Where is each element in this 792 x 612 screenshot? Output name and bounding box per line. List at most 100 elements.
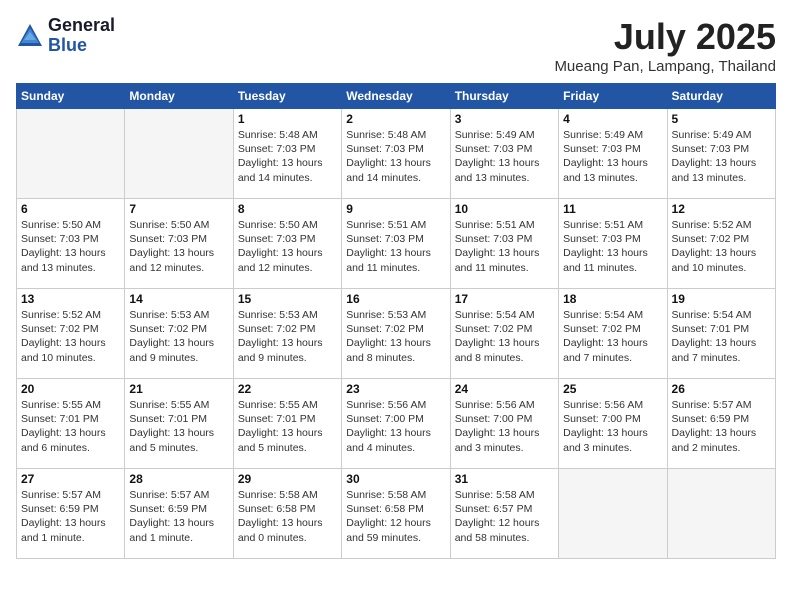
day-number: 10 — [455, 202, 554, 216]
location: Mueang Pan, Lampang, Thailand — [554, 58, 776, 75]
cell-info: Sunrise: 5:56 AMSunset: 7:00 PMDaylight:… — [455, 398, 554, 455]
day-number: 22 — [238, 382, 337, 396]
cell-info: Sunrise: 5:58 AMSunset: 6:58 PMDaylight:… — [346, 488, 445, 545]
week-row-4: 20 Sunrise: 5:55 AMSunset: 7:01 PMDayligh… — [17, 379, 776, 469]
calendar-cell: 30 Sunrise: 5:58 AMSunset: 6:58 PMDayligh… — [342, 469, 450, 559]
week-row-2: 6Sunrise: 5:50 AMSunset: 7:03 PMDaylight… — [17, 199, 776, 289]
cell-info: Sunrise: 5:58 AMSunset: 6:58 PMDaylight:… — [238, 488, 337, 545]
calendar-cell: 24 Sunrise: 5:56 AMSunset: 7:00 PMDayligh… — [450, 379, 558, 469]
day-number: 27 — [21, 472, 120, 486]
logo-icon — [16, 22, 44, 50]
day-number: 31 — [455, 472, 554, 486]
cell-info: Sunrise: 5:49 AMSunset: 7:03 PMDaylight:… — [455, 128, 554, 185]
calendar-cell: 22 Sunrise: 5:55 AMSunset: 7:01 PMDayligh… — [233, 379, 341, 469]
cell-info: Sunrise: 5:51 AMSunset: 7:03 PMDaylight:… — [455, 218, 554, 275]
day-number: 5 — [672, 112, 771, 126]
calendar-cell — [559, 469, 667, 559]
cell-info: Sunrise: 5:56 AMSunset: 7:00 PMDaylight:… — [346, 398, 445, 455]
title-area: July 2025 Mueang Pan, Lampang, Thailand — [554, 16, 776, 75]
calendar-cell: 14 Sunrise: 5:53 AMSunset: 7:02 PMDayligh… — [125, 289, 233, 379]
calendar-cell: 16Sunrise: 5:53 AMSunset: 7:02 PMDayligh… — [342, 289, 450, 379]
calendar-cell: 3 Sunrise: 5:49 AMSunset: 7:03 PMDaylight… — [450, 109, 558, 199]
calendar-cell: 7Sunrise: 5:50 AMSunset: 7:03 PMDaylight… — [125, 199, 233, 289]
calendar-cell: 10 Sunrise: 5:51 AMSunset: 7:03 PMDayligh… — [450, 199, 558, 289]
day-number: 1 — [238, 112, 337, 126]
calendar-cell: 1 Sunrise: 5:48 AMSunset: 7:03 PMDaylight… — [233, 109, 341, 199]
day-number: 25 — [563, 382, 662, 396]
cell-info: Sunrise: 5:50 AMSunset: 7:03 PMDaylight:… — [21, 218, 120, 275]
day-number: 23 — [346, 382, 445, 396]
calendar-cell: 12 Sunrise: 5:52 AMSunset: 7:02 PMDayligh… — [667, 199, 775, 289]
logo-blue: Blue — [48, 36, 115, 56]
cell-info: Sunrise: 5:57 AMSunset: 6:59 PMDaylight:… — [672, 398, 771, 455]
cell-info: Sunrise: 5:54 AMSunset: 7:01 PMDaylight:… — [672, 308, 771, 365]
cell-info: Sunrise: 5:51 AMSunset: 7:03 PMDaylight:… — [563, 218, 662, 275]
day-number: 20 — [21, 382, 120, 396]
day-number: 30 — [346, 472, 445, 486]
calendar-header-wednesday: Wednesday — [342, 84, 450, 109]
day-number: 24 — [455, 382, 554, 396]
day-number: 11 — [563, 202, 662, 216]
day-number: 18 — [563, 292, 662, 306]
cell-info: Sunrise: 5:57 AMSunset: 6:59 PMDaylight:… — [129, 488, 228, 545]
week-row-3: 13Sunrise: 5:52 AMSunset: 7:02 PMDayligh… — [17, 289, 776, 379]
cell-info: Sunrise: 5:50 AMSunset: 7:03 PMDaylight:… — [238, 218, 337, 275]
calendar-cell: 29Sunrise: 5:58 AMSunset: 6:58 PMDayligh… — [233, 469, 341, 559]
calendar-header-saturday: Saturday — [667, 84, 775, 109]
day-number: 8 — [238, 202, 337, 216]
calendar-cell: 23 Sunrise: 5:56 AMSunset: 7:00 PMDayligh… — [342, 379, 450, 469]
cell-info: Sunrise: 5:53 AMSunset: 7:02 PMDaylight:… — [346, 308, 445, 365]
day-number: 3 — [455, 112, 554, 126]
calendar-cell — [17, 109, 125, 199]
logo-text: General Blue — [48, 16, 115, 56]
calendar-cell: 5 Sunrise: 5:49 AMSunset: 7:03 PMDaylight… — [667, 109, 775, 199]
cell-info: Sunrise: 5:54 AMSunset: 7:02 PMDaylight:… — [563, 308, 662, 365]
day-number: 19 — [672, 292, 771, 306]
calendar-header-monday: Monday — [125, 84, 233, 109]
cell-info: Sunrise: 5:53 AMSunset: 7:02 PMDaylight:… — [129, 308, 228, 365]
calendar-cell: 9Sunrise: 5:51 AMSunset: 7:03 PMDaylight… — [342, 199, 450, 289]
day-number: 2 — [346, 112, 445, 126]
week-row-5: 27 Sunrise: 5:57 AMSunset: 6:59 PMDayligh… — [17, 469, 776, 559]
cell-info: Sunrise: 5:54 AMSunset: 7:02 PMDaylight:… — [455, 308, 554, 365]
cell-info: Sunrise: 5:52 AMSunset: 7:02 PMDaylight:… — [672, 218, 771, 275]
cell-info: Sunrise: 5:49 AMSunset: 7:03 PMDaylight:… — [563, 128, 662, 185]
cell-info: Sunrise: 5:53 AMSunset: 7:02 PMDaylight:… — [238, 308, 337, 365]
calendar-cell: 31 Sunrise: 5:58 AMSunset: 6:57 PMDayligh… — [450, 469, 558, 559]
calendar-cell: 19 Sunrise: 5:54 AMSunset: 7:01 PMDayligh… — [667, 289, 775, 379]
day-number: 28 — [129, 472, 228, 486]
cell-info: Sunrise: 5:52 AMSunset: 7:02 PMDaylight:… — [21, 308, 120, 365]
calendar-header-row: SundayMondayTuesdayWednesdayThursdayFrid… — [17, 84, 776, 109]
calendar-cell — [667, 469, 775, 559]
logo-general: General — [48, 16, 115, 36]
day-number: 4 — [563, 112, 662, 126]
calendar-cell: 17 Sunrise: 5:54 AMSunset: 7:02 PMDayligh… — [450, 289, 558, 379]
cell-info: Sunrise: 5:58 AMSunset: 6:57 PMDaylight:… — [455, 488, 554, 545]
calendar-cell: 15Sunrise: 5:53 AMSunset: 7:02 PMDayligh… — [233, 289, 341, 379]
calendar-cell: 21 Sunrise: 5:55 AMSunset: 7:01 PMDayligh… — [125, 379, 233, 469]
calendar-cell: 28 Sunrise: 5:57 AMSunset: 6:59 PMDayligh… — [125, 469, 233, 559]
month-year: July 2025 — [554, 16, 776, 58]
day-number: 14 — [129, 292, 228, 306]
calendar-cell: 27 Sunrise: 5:57 AMSunset: 6:59 PMDayligh… — [17, 469, 125, 559]
cell-info: Sunrise: 5:49 AMSunset: 7:03 PMDaylight:… — [672, 128, 771, 185]
day-number: 26 — [672, 382, 771, 396]
calendar-cell: 20Sunrise: 5:55 AMSunset: 7:01 PMDayligh… — [17, 379, 125, 469]
calendar-cell: 2Sunrise: 5:48 AMSunset: 7:03 PMDaylight… — [342, 109, 450, 199]
cell-info: Sunrise: 5:57 AMSunset: 6:59 PMDaylight:… — [21, 488, 120, 545]
day-number: 21 — [129, 382, 228, 396]
calendar-cell: 13Sunrise: 5:52 AMSunset: 7:02 PMDayligh… — [17, 289, 125, 379]
calendar-cell: 18 Sunrise: 5:54 AMSunset: 7:02 PMDayligh… — [559, 289, 667, 379]
day-number: 17 — [455, 292, 554, 306]
calendar-cell: 25 Sunrise: 5:56 AMSunset: 7:00 PMDayligh… — [559, 379, 667, 469]
calendar-header-thursday: Thursday — [450, 84, 558, 109]
cell-info: Sunrise: 5:48 AMSunset: 7:03 PMDaylight:… — [238, 128, 337, 185]
cell-info: Sunrise: 5:56 AMSunset: 7:00 PMDaylight:… — [563, 398, 662, 455]
calendar-cell: 26 Sunrise: 5:57 AMSunset: 6:59 PMDayligh… — [667, 379, 775, 469]
logo: General Blue — [16, 16, 115, 56]
calendar-cell: 11 Sunrise: 5:51 AMSunset: 7:03 PMDayligh… — [559, 199, 667, 289]
cell-info: Sunrise: 5:55 AMSunset: 7:01 PMDaylight:… — [129, 398, 228, 455]
cell-info: Sunrise: 5:55 AMSunset: 7:01 PMDaylight:… — [238, 398, 337, 455]
page-header: General Blue July 2025 Mueang Pan, Lampa… — [16, 16, 776, 75]
day-number: 12 — [672, 202, 771, 216]
